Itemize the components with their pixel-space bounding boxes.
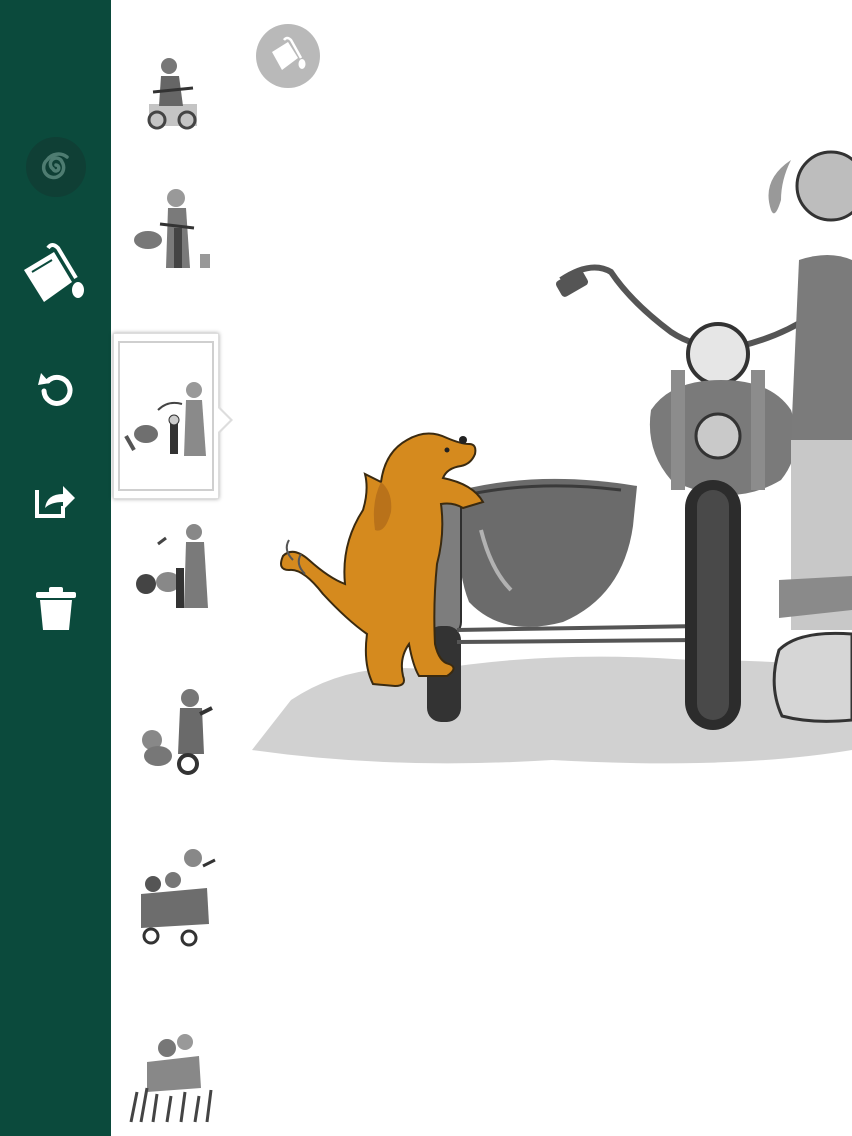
page-thumbnail-1[interactable] <box>123 46 223 136</box>
paint-bucket-icon <box>272 36 306 70</box>
page-thumbnail-4[interactable] <box>123 516 223 620</box>
ground-shadow <box>252 656 852 764</box>
paint-bucket-icon[interactable] <box>0 240 111 314</box>
spiral-logo-icon[interactable] <box>0 134 111 200</box>
page-thumbnail-5[interactable] <box>123 682 223 786</box>
fill-tool-button[interactable] <box>256 24 320 88</box>
selected-thumbnail-frame <box>118 341 214 491</box>
coloring-canvas[interactable] <box>231 110 852 810</box>
page-thumbnail-3-selected[interactable] <box>113 333 233 499</box>
page-thumbnail-2[interactable] <box>123 182 223 278</box>
tool-sidebar <box>0 0 111 1136</box>
share-icon[interactable] <box>0 474 111 524</box>
page-thumbnail-strip <box>111 0 233 1136</box>
undo-icon[interactable] <box>0 362 111 418</box>
page-thumbnail-7[interactable] <box>123 1010 223 1130</box>
page-thumbnail-6[interactable] <box>123 842 223 950</box>
trash-icon[interactable] <box>0 582 111 636</box>
